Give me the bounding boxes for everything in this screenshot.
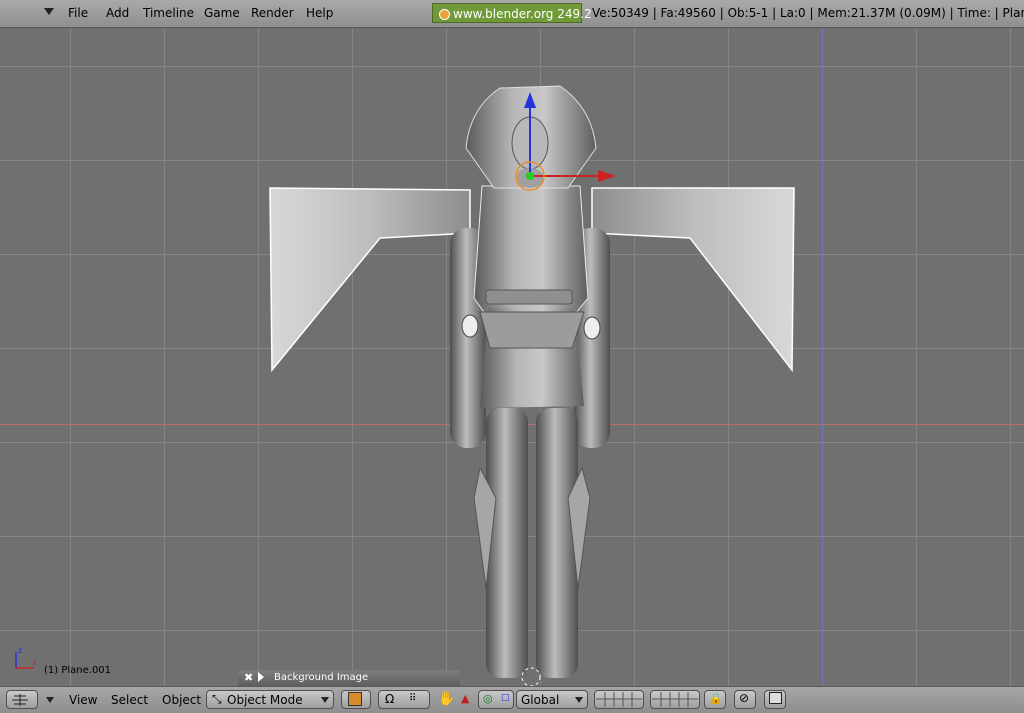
scene-stats: Ve:50349 | Fa:49560 | Ob:5-1 | La:0 | Me…: [592, 6, 1024, 20]
menu-help[interactable]: Help: [306, 6, 333, 20]
orientation-select-value: Global: [521, 693, 560, 707]
right-hand: [583, 316, 601, 340]
belt-pouches: [479, 311, 585, 349]
left-sleeve: [269, 187, 471, 373]
svg-text:x: x: [32, 658, 37, 667]
header-collapse-arrow-icon[interactable]: [44, 8, 54, 15]
menu-file[interactable]: File: [68, 6, 88, 20]
hand-grab-icon[interactable]: ✋: [438, 691, 455, 707]
background-image-panel[interactable]: ✖ Background Image: [238, 670, 460, 686]
menu-add[interactable]: Add: [106, 6, 129, 20]
layer-buttons-group-1[interactable]: [594, 690, 644, 709]
render-preview-button[interactable]: [764, 690, 786, 709]
active-object-label: (1) Plane.001: [44, 665, 112, 676]
dots-icon: ⠿: [409, 693, 417, 704]
right-sleeve: [591, 187, 795, 373]
blender-logo-icon: [439, 9, 450, 20]
manipulator-toggle[interactable]: ◎ □: [478, 690, 514, 709]
svg-text:z: z: [18, 646, 22, 655]
character-model[interactable]: [0, 28, 1024, 686]
magnet-icon: Ω: [385, 692, 395, 706]
rotate-icon: ◎: [483, 692, 493, 705]
layers-grid-icon: [652, 692, 698, 707]
image-icon: [769, 692, 782, 704]
background-image-title: Background Image: [274, 672, 369, 683]
menu-timeline[interactable]: Timeline: [143, 6, 194, 20]
right-leg: [536, 408, 578, 678]
grid-editor-icon: [12, 694, 28, 706]
orientation-select[interactable]: Global: [516, 690, 588, 709]
header-collapse-arrow-icon[interactable]: [46, 697, 54, 703]
3d-viewport[interactable]: z x (1) Plane.001: [0, 28, 1024, 686]
gizmo-y-dot: [526, 172, 534, 180]
layers-grid-icon: [596, 692, 642, 707]
belt: [485, 289, 573, 305]
mode-select-value: Object Mode: [227, 693, 303, 707]
3d-view-header: View Select Object ⤡ Object Mode Ω ⠿ ✋ ▲…: [0, 686, 1024, 713]
info-header: File Add Timeline Game Render Help www.b…: [0, 0, 1024, 28]
lock-layers-button[interactable]: 🔒: [704, 690, 726, 709]
manipulator-translate-icon[interactable]: ▲: [461, 692, 469, 705]
left-leg: [486, 408, 528, 678]
menu-render[interactable]: Render: [251, 6, 294, 20]
menu-object[interactable]: Object: [162, 693, 201, 707]
editor-type-button[interactable]: [6, 690, 38, 709]
version-badge[interactable]: www.blender.org 249.2: [432, 3, 592, 23]
view-axis-icon: z x: [15, 646, 37, 669]
scale-icon: □: [501, 693, 510, 703]
mode-select[interactable]: ⤡ Object Mode: [206, 690, 334, 709]
dropdown-arrow-icon: [321, 697, 329, 703]
close-icon[interactable]: ✖: [244, 671, 253, 684]
solid-cube-icon: [348, 692, 362, 706]
menu-select[interactable]: Select: [111, 693, 148, 707]
left-hand: [461, 314, 479, 338]
pivot-snap-buttons[interactable]: Ω ⠿: [378, 690, 430, 709]
layer-buttons-group-2[interactable]: [650, 690, 700, 709]
draw-type-button[interactable]: [341, 690, 371, 709]
menu-view[interactable]: View: [69, 693, 97, 707]
menu-game[interactable]: Game: [204, 6, 240, 20]
version-badge-text: www.blender.org 249.2: [453, 7, 592, 21]
dropdown-arrow-icon: [575, 697, 583, 703]
object-mode-icon: ⤡: [212, 692, 222, 706]
ghost-icon: ⊘: [739, 691, 750, 705]
expand-arrow-icon[interactable]: [258, 672, 264, 682]
onion-skin-button[interactable]: ⊘: [734, 690, 756, 709]
lock-icon: 🔒: [709, 692, 723, 705]
gizmo-x-arrow-icon: [598, 170, 616, 182]
